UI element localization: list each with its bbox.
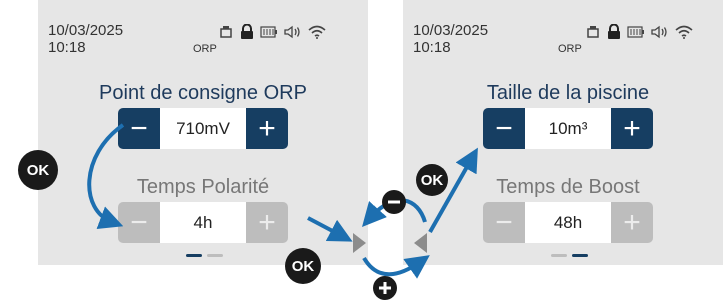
screen-left: 10/03/2025 10:18 ORP Point de consigne O…: [38, 0, 368, 265]
page-dot: [207, 254, 223, 257]
stepper-value: 48h: [525, 202, 611, 243]
page-indicator: [186, 254, 223, 257]
wifi-icon: [308, 25, 326, 41]
lock-icon: [240, 23, 254, 42]
minus-icon: [388, 200, 400, 204]
mode-label: ORP: [558, 43, 582, 55]
ok-button-right[interactable]: OK: [416, 164, 448, 196]
time-text: 10:18: [48, 39, 86, 56]
increase-button[interactable]: +: [246, 202, 288, 243]
plus-round-button[interactable]: [373, 276, 397, 300]
mode-label: ORP: [193, 43, 217, 55]
speaker-icon: [284, 25, 302, 41]
status-bar: [585, 23, 693, 42]
page-dot-active: [186, 254, 202, 257]
battery-icon: [627, 26, 645, 40]
date-text: 10/03/2025: [413, 22, 489, 39]
decrease-button[interactable]: −: [118, 202, 160, 243]
ok-button-left[interactable]: OK: [18, 150, 58, 190]
page-indicator: [551, 254, 588, 257]
status-bar: [218, 23, 326, 42]
usb-icon: [218, 25, 234, 41]
page-dot-active: [572, 254, 588, 257]
datetime: 10/03/2025 10:18: [413, 22, 488, 56]
ok-button-center[interactable]: OK: [285, 248, 321, 284]
pool-size-stepper: − 10m³ +: [483, 108, 653, 149]
polarity-time-stepper: − 4h +: [118, 202, 288, 243]
speaker-icon: [651, 25, 669, 41]
usb-icon: [585, 25, 601, 41]
wifi-icon: [675, 25, 693, 41]
page-dot: [551, 254, 567, 257]
setting-title-boost: Temps de Boost: [496, 176, 640, 198]
setting-title-pool-size: Taille de la piscine: [486, 82, 650, 104]
battery-icon: [260, 26, 278, 40]
date-text: 10/03/2025: [48, 22, 124, 39]
screen-right: 10/03/2025 10:18 ORP Taille de la piscin…: [403, 0, 723, 265]
lock-icon: [607, 23, 621, 42]
stepper-value: 710mV: [160, 108, 246, 149]
datetime: 10/03/2025 10:18: [48, 22, 123, 56]
increase-button[interactable]: +: [246, 108, 288, 149]
decrease-button[interactable]: −: [483, 202, 525, 243]
stepper-value: 10m³: [525, 108, 611, 149]
setting-title-polarity: Temps Polarité: [136, 176, 270, 198]
time-text: 10:18: [413, 39, 451, 56]
increase-button[interactable]: +: [611, 108, 653, 149]
orp-setpoint-stepper: − 710mV +: [118, 108, 288, 149]
plus-icon: [379, 282, 391, 294]
setting-title-orp: Point de consigne ORP: [99, 82, 307, 104]
minus-round-button[interactable]: [382, 190, 406, 214]
decrease-button[interactable]: −: [483, 108, 525, 149]
stepper-value: 4h: [160, 202, 246, 243]
boost-time-stepper: − 48h +: [483, 202, 653, 243]
increase-button[interactable]: +: [611, 202, 653, 243]
decrease-button[interactable]: −: [118, 108, 160, 149]
